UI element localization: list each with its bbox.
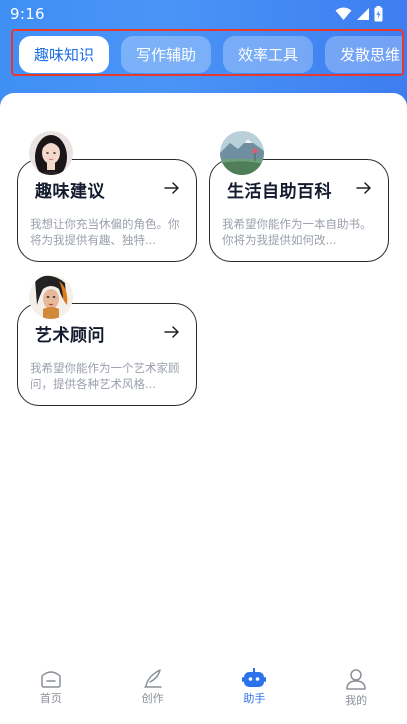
wifi-icon — [335, 7, 352, 20]
avatar-artistic-portrait — [29, 275, 73, 319]
robot-icon — [242, 668, 267, 687]
assistant-card-art-advisor[interactable]: 艺术顾问 我希望你能作为一个艺术家顾问，提供各种艺术风格... — [17, 303, 197, 406]
nav-assistant-label: 助手 — [243, 692, 266, 705]
nav-assistant[interactable]: 助手 — [204, 660, 306, 724]
nav-home-label: 首页 — [39, 692, 62, 705]
user-icon — [346, 669, 366, 690]
arrow-right-icon[interactable] — [164, 324, 180, 340]
battery-icon — [374, 6, 383, 22]
nav-create[interactable]: 创作 — [102, 660, 204, 724]
card-description: 我希望你能作为一个艺术家顾问，提供各种艺术风格... — [30, 361, 180, 391]
arrow-right-icon[interactable] — [164, 180, 180, 196]
assistant-card-fun-suggestions[interactable]: 趣味建议 我想让你充当休偏的角色。你将为我提供有趣、独特... — [17, 159, 197, 262]
card-description: 我希望你能作为一本自助书。你将为我提供如何改... — [222, 217, 372, 247]
assistant-card-life-self-help[interactable]: 生活自助百科 我希望你能作为一本自助书。你将为我提供如何改... — [209, 159, 389, 262]
card-title: 艺术顾问 — [35, 326, 105, 346]
tab-fun-knowledge[interactable]: 趣味知识 — [19, 36, 109, 73]
home-icon — [41, 671, 61, 688]
card-description: 我想让你充当休偏的角色。你将为我提供有趣、独特... — [30, 217, 180, 247]
tabs-highlight-frame: 趣味知识 写作辅助 效率工具 发散思维 — [11, 29, 404, 76]
status-time: 9:16 — [10, 5, 45, 23]
tab-efficiency-tools[interactable]: 效率工具 — [223, 36, 313, 73]
category-tabs: 趣味知识 写作辅助 效率工具 发散思维 — [19, 36, 402, 73]
nav-create-label: 创作 — [141, 692, 164, 705]
assistant-list-panel: 趣味建议 我想让你充当休偏的角色。你将为我提供有趣、独特... 生活自助百科 我… — [0, 93, 407, 653]
bottom-navigation: 首页 创作 助手 我的 — [0, 660, 407, 724]
tab-divergent-thinking[interactable]: 发散思维 — [325, 36, 402, 73]
card-title: 生活自助百科 — [227, 182, 332, 202]
nav-home[interactable]: 首页 — [0, 660, 102, 724]
status-bar: 9:16 — [0, 0, 407, 28]
nav-mine[interactable]: 我的 — [305, 660, 407, 724]
avatar-woman-portrait — [29, 131, 73, 175]
nav-mine-label: 我的 — [345, 694, 368, 707]
status-icons — [335, 6, 383, 22]
tab-writing-assist[interactable]: 写作辅助 — [121, 36, 211, 73]
signal-icon — [357, 8, 369, 20]
card-title: 趣味建议 — [35, 182, 105, 202]
arrow-right-icon[interactable] — [356, 180, 372, 196]
avatar-mountain-lake — [220, 131, 264, 175]
quill-icon — [143, 669, 162, 688]
